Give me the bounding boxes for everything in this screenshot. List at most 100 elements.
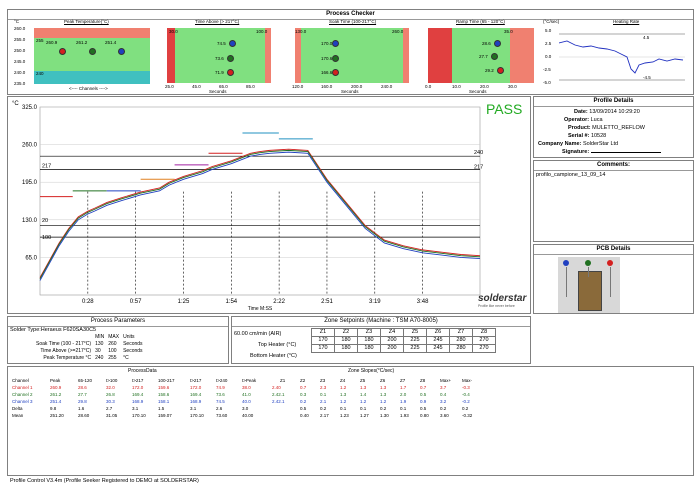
- zone-header: Z6: [426, 328, 450, 337]
- annotation-label: 217: [474, 164, 483, 170]
- y-tick: 250.0: [14, 48, 26, 53]
- column-header: Peak: [50, 378, 61, 383]
- process-data-title: ProcessData: [128, 368, 157, 374]
- cell: 2.3: [320, 385, 327, 390]
- cell: 168.9: [132, 399, 144, 404]
- column-header: Z5: [360, 378, 366, 383]
- cell: 0.9: [420, 399, 427, 404]
- y-tick: 245.0: [14, 59, 26, 64]
- column-header: Max+: [440, 378, 452, 383]
- cell: 251.20: [50, 413, 64, 418]
- comment-text: profilo_campione_13_09_14: [536, 172, 606, 178]
- cell: 261.2: [50, 392, 62, 397]
- cell: 0.2: [440, 406, 447, 411]
- column-header: Z6: [380, 378, 386, 383]
- zone-setpoints-table: Z1 Z2 Z3 Z4 Z5 Z6 Z7 Z8 170 180 180 200 225 245 280 27…: [311, 328, 496, 353]
- value-label: 251.4: [105, 40, 117, 45]
- bottom-heater-label: Bottom Heater (°C): [250, 353, 297, 359]
- value-label: 170.0: [321, 41, 333, 46]
- pcb-details-panel: PCB Details: [533, 244, 694, 314]
- product-label: Product:: [568, 125, 591, 131]
- param-min: 30: [95, 348, 101, 354]
- column-header: Z7: [400, 378, 406, 383]
- operator-label: Operator:: [564, 117, 590, 123]
- annotation-label: 20: [42, 218, 48, 224]
- cell: 180: [334, 336, 358, 345]
- param-max: 260: [108, 341, 117, 347]
- value-label: 260.9: [46, 40, 58, 45]
- annotation-label: 100: [42, 235, 51, 241]
- cell: 225: [403, 344, 427, 353]
- x-tick: 85.0: [246, 84, 255, 89]
- pcb-title: PCB Details: [534, 245, 693, 255]
- limit-label: 4.5: [643, 35, 650, 40]
- profile-date-row: Date: 13/09/2014 10:29:20: [574, 109, 640, 115]
- cell: 1.2: [340, 385, 347, 390]
- cell: 270: [472, 336, 496, 345]
- cell: 158.6: [158, 392, 170, 397]
- table-row: Delta 9.8 1.6 2.7 3.1 1.5 3.1 2.6 3.0 0.5 0.2 0.1 0.…: [10, 405, 482, 412]
- cell: 169.4: [132, 392, 144, 397]
- limit-label: 260.0: [392, 29, 404, 34]
- x-tick-label: 1:25: [178, 299, 190, 305]
- unit-label: (°C/sec): [543, 19, 560, 24]
- channel-3-marker: [229, 40, 236, 47]
- zone-slopes-title: Zone Slopes(°C/sec): [348, 368, 395, 374]
- cell: 0.5: [420, 406, 427, 411]
- profile-details-title: Profile Details: [534, 97, 693, 107]
- channel-2-marker: [491, 53, 498, 60]
- cell: 168.9: [190, 399, 202, 404]
- cell: 260.9: [50, 385, 62, 390]
- y-tick-label: 195.0: [22, 180, 38, 186]
- channel-3-marker: [494, 40, 501, 47]
- value-label: 29.2: [485, 68, 494, 73]
- heating-rate-chart: (°C/sec) Heating Rate 5.0 2.5 0.0 -2.5 -…: [543, 19, 691, 93]
- comments-panel: Comments: profilo_campione_13_09_14: [533, 160, 694, 242]
- cell: 0.40: [300, 413, 309, 418]
- process-data-table: Channel Peak 65-120 t>100 t>217 100-217 t>217 t…: [10, 377, 482, 419]
- chart-plot-area: [295, 28, 409, 83]
- cell: 0.5: [420, 392, 427, 397]
- param-name: Soak Time (100 - 217°C): [36, 341, 92, 347]
- param-units: Seconds: [123, 341, 143, 347]
- cell: 2.42.1: [272, 392, 285, 397]
- column-header: Z3: [320, 378, 326, 383]
- cell: 170: [311, 336, 335, 345]
- cell: 0.7: [300, 385, 307, 390]
- x-tick: 160.0: [321, 84, 333, 89]
- value-label: 27.7: [479, 54, 488, 59]
- zone-setpoints-title: Zone Setpoints (Machine : TSM A70-8005): [232, 317, 530, 327]
- profile-details-panel: Profile Details Date: 13/09/2014 10:29:2…: [533, 96, 694, 158]
- plot-frame: [39, 106, 481, 296]
- cell: 38.0: [242, 385, 251, 390]
- cell: 29.8: [78, 399, 87, 404]
- zone-header: Z3: [357, 328, 381, 337]
- time-above-chart: Time Above (> 217°C) 30.0 100.0 74.5 73.…: [163, 19, 278, 94]
- cell: 74.9: [216, 385, 225, 390]
- serial-row: Serial #: 10528: [568, 133, 606, 139]
- operator-value: Luca: [590, 117, 603, 123]
- value-label: 170.6: [321, 56, 333, 61]
- mini-chart-title: Ramp Time (65 - 120°C): [456, 19, 505, 24]
- param-name: Peak Temperature °C: [43, 355, 92, 361]
- table-row: Time Above (>=217°C) 30 100 Seconds: [34, 348, 145, 355]
- cell: 200: [380, 344, 404, 353]
- zone-header: Z4: [380, 328, 404, 337]
- column-header: 65-120: [78, 378, 93, 383]
- table-row: 170 180 180 200 225 245 280 270: [311, 336, 496, 345]
- row-label: Channel 2: [12, 392, 33, 397]
- cell: 1.3: [340, 392, 347, 397]
- cell: 270: [472, 344, 496, 353]
- cell: 1.9: [400, 399, 407, 404]
- param-min: 130: [95, 341, 104, 347]
- limit-label: -4.5: [643, 75, 651, 80]
- axis-label: <---- Channels ---->: [69, 86, 108, 91]
- x-axis-label: Time M:SS: [248, 306, 273, 312]
- comments-title: Comments:: [534, 161, 693, 171]
- company-label: Company Name:: [538, 141, 582, 147]
- x-tick-label: 3:48: [417, 299, 429, 305]
- param-units: Seconds: [123, 348, 143, 354]
- ramp-time-chart: Ramp Time (65 - 120°C) 35.0 28.6 27.7 29…: [424, 19, 540, 94]
- cell: 1.93: [400, 413, 409, 418]
- cell: 73.6: [216, 392, 225, 397]
